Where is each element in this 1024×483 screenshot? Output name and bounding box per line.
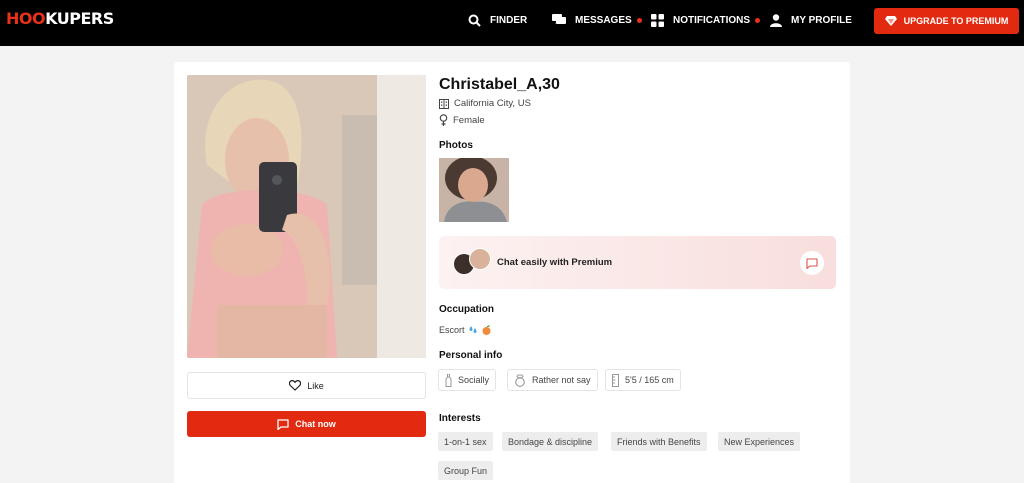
ring-icon [515,374,525,387]
grid-icon [651,13,664,27]
personal-info-relationship: Rather not say [507,369,598,391]
nav-my-profile-label: MY PROFILE [791,14,852,26]
interest-tag: 1-on-1 sex [438,432,493,451]
photo-illustration [187,75,426,358]
logo-part: KUP [45,9,81,28]
profile-card: Like Chat now Christabel_A,30 California… [174,62,850,483]
interests-heading: Interests [439,413,481,424]
like-label: Like [307,380,324,391]
nav-messages-label: MESSAGES [575,14,632,26]
nav-notifications-label: NOTIFICATIONS [673,14,751,26]
nav-my-profile[interactable]: MY PROFILE [770,0,852,40]
nav-messages[interactable]: MESSAGES [552,0,642,40]
drinking-text: Socially [458,375,490,385]
logo-part: ERS [80,9,114,28]
upgrade-label: UPGRADE TO PREMIUM [903,16,1009,26]
chat-icon [277,418,289,430]
diamond-icon [884,16,897,26]
premium-banner-text: Chat easily with Premium [497,257,613,268]
avatar [469,248,491,270]
chat-premium-banner[interactable]: Chat easily with Premium [439,236,836,289]
upgrade-to-premium-button[interactable]: UPGRADE TO PREMIUM [874,8,1019,34]
unread-dot [755,17,761,23]
nav-notifications[interactable]: NOTIFICATIONS [651,0,761,40]
interest-tag: Friends with Benefits [611,432,707,451]
interest-tag: Bondage & discipline [502,432,599,451]
occupation-text: Escort [439,325,465,335]
search-icon [468,14,481,27]
photo-thumbnail[interactable] [439,158,509,222]
ruler-icon [612,373,619,387]
like-button[interactable]: Like [187,372,426,399]
female-icon [439,114,448,126]
height-text: 5'5 / 165 cm [625,375,674,385]
thumbnail-illustration [439,158,509,222]
profile-location: California City, US [439,98,531,109]
peach-icon [482,325,491,335]
photos-heading: Photos [439,140,473,151]
personal-info-height: 5'5 / 165 cm [605,369,681,391]
messages-icon [552,14,566,24]
personal-info-drinking: Socially [438,369,497,391]
personal-info-heading: Personal info [439,350,503,361]
nav-finder-label: FINDER [490,14,528,26]
bottle-icon [445,373,452,387]
location-text: California City, US [454,98,531,109]
unread-dot [636,17,642,23]
logo-part: HO [6,9,33,28]
nav-finder[interactable]: FINDER [468,0,527,40]
user-icon [770,13,782,27]
droplets-icon [469,326,477,333]
chat-icon [806,257,818,269]
profile-main-photo[interactable] [187,75,426,358]
heart-icon [289,380,302,391]
premium-chat-button[interactable] [800,251,824,275]
top-nav-bar: HOOKUPERS FINDER MESSAGES NOTIFICATIONS … [0,0,1024,46]
occupation-heading: Occupation [439,304,495,315]
chat-now-label: Chat now [295,419,336,429]
building-icon [439,98,449,109]
gender-text: Female [453,114,485,126]
profile-name: Christabel_A,30 [439,76,560,93]
profile-gender: Female [439,114,485,126]
relationship-text: Rather not say [532,375,591,385]
interest-tag: Group Fun [438,461,494,480]
chat-now-button[interactable]: Chat now [187,411,426,437]
logo-part: O [32,9,46,28]
occupation-value: Escort [439,325,492,335]
site-logo[interactable]: HOOKUPERS [6,9,114,28]
interest-tag: New Experiences [718,432,801,451]
